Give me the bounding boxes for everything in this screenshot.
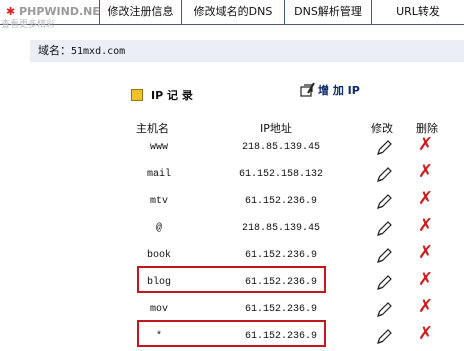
edit-pencil-icon[interactable] <box>375 247 393 269</box>
ip-cell: 61.152.236.9 <box>244 250 317 261</box>
column-header-edit: 修改 <box>371 122 393 135</box>
ip-cell: 61.152.158.132 <box>238 169 323 180</box>
delete-x-icon[interactable]: ✗ <box>418 325 433 343</box>
ip-cell: 61.152.236.9 <box>244 196 317 207</box>
ip-records-title: IP 记 录 <box>131 87 193 103</box>
yellow-square-icon <box>131 89 143 101</box>
top-nav-tabs: ✱ PHPWIND.NET 修改注册信息 修改域名的DNS DNS解析管理 UR… <box>0 0 464 25</box>
edit-pencil-icon[interactable] <box>375 166 393 188</box>
host-cell: @ <box>155 223 162 234</box>
watermark-text: 查看更多精彩 <box>1 20 56 30</box>
table-row: mtv 61.152.236.9 ✗ <box>0 189 464 216</box>
ip-cell: 218.85.139.45 <box>241 223 320 234</box>
edit-pencil-icon[interactable] <box>375 220 393 242</box>
host-cell: mail <box>146 169 171 180</box>
delete-x-icon[interactable]: ✗ <box>418 244 433 262</box>
tab-url-forwarding[interactable]: URL转发 <box>372 0 464 24</box>
host-cell: book <box>146 250 171 261</box>
ip-records-label: IP 记 录 <box>151 89 193 102</box>
table-row: @218.85.139.45 ✗ <box>0 216 464 243</box>
delete-x-icon[interactable]: ✗ <box>418 298 433 316</box>
edit-pencil-icon[interactable] <box>375 193 393 215</box>
edit-pencil-icon[interactable] <box>375 139 393 161</box>
delete-x-icon[interactable]: ✗ <box>418 190 433 208</box>
edit-pencil-icon[interactable] <box>375 274 393 296</box>
column-header-ip: IP地址 <box>260 122 292 135</box>
table-row: www 218.85.139.45 ✗ <box>0 135 464 162</box>
ip-cell: 218.85.139.45 <box>241 142 320 153</box>
domain-label: 域名： <box>38 44 71 57</box>
delete-x-icon[interactable]: ✗ <box>418 271 433 289</box>
edit-pencil-icon[interactable] <box>375 301 393 323</box>
record-highlight-box <box>137 266 326 293</box>
tab-modify-dns[interactable]: 修改域名的DNS <box>182 0 285 24</box>
edit-pencil-icon[interactable] <box>375 328 393 350</box>
add-ip-button[interactable]: 增 加 IP <box>299 82 360 98</box>
column-header-host: 主机名 <box>136 122 169 135</box>
delete-x-icon[interactable]: ✗ <box>418 217 433 235</box>
host-cell: www <box>149 142 168 153</box>
add-ip-icon <box>300 82 315 97</box>
delete-x-icon[interactable]: ✗ <box>418 163 433 181</box>
domain-bar: 域名：51mxd.com <box>30 40 464 62</box>
delete-x-icon[interactable]: ✗ <box>418 136 433 154</box>
tab-dns-management[interactable]: DNS解析管理 <box>285 0 372 24</box>
host-cell: mtv <box>149 196 168 207</box>
ip-cell: 61.152.236.9 <box>244 304 317 315</box>
domain-value: 51mxd.com <box>71 46 126 57</box>
table-row: mail 61.152.158.132 ✗ <box>0 162 464 189</box>
host-cell: mov <box>149 304 168 315</box>
add-ip-label: 增 加 IP <box>318 84 360 97</box>
record-highlight-box <box>137 320 326 347</box>
tab-modify-registration[interactable]: 修改注册信息 <box>100 0 182 24</box>
